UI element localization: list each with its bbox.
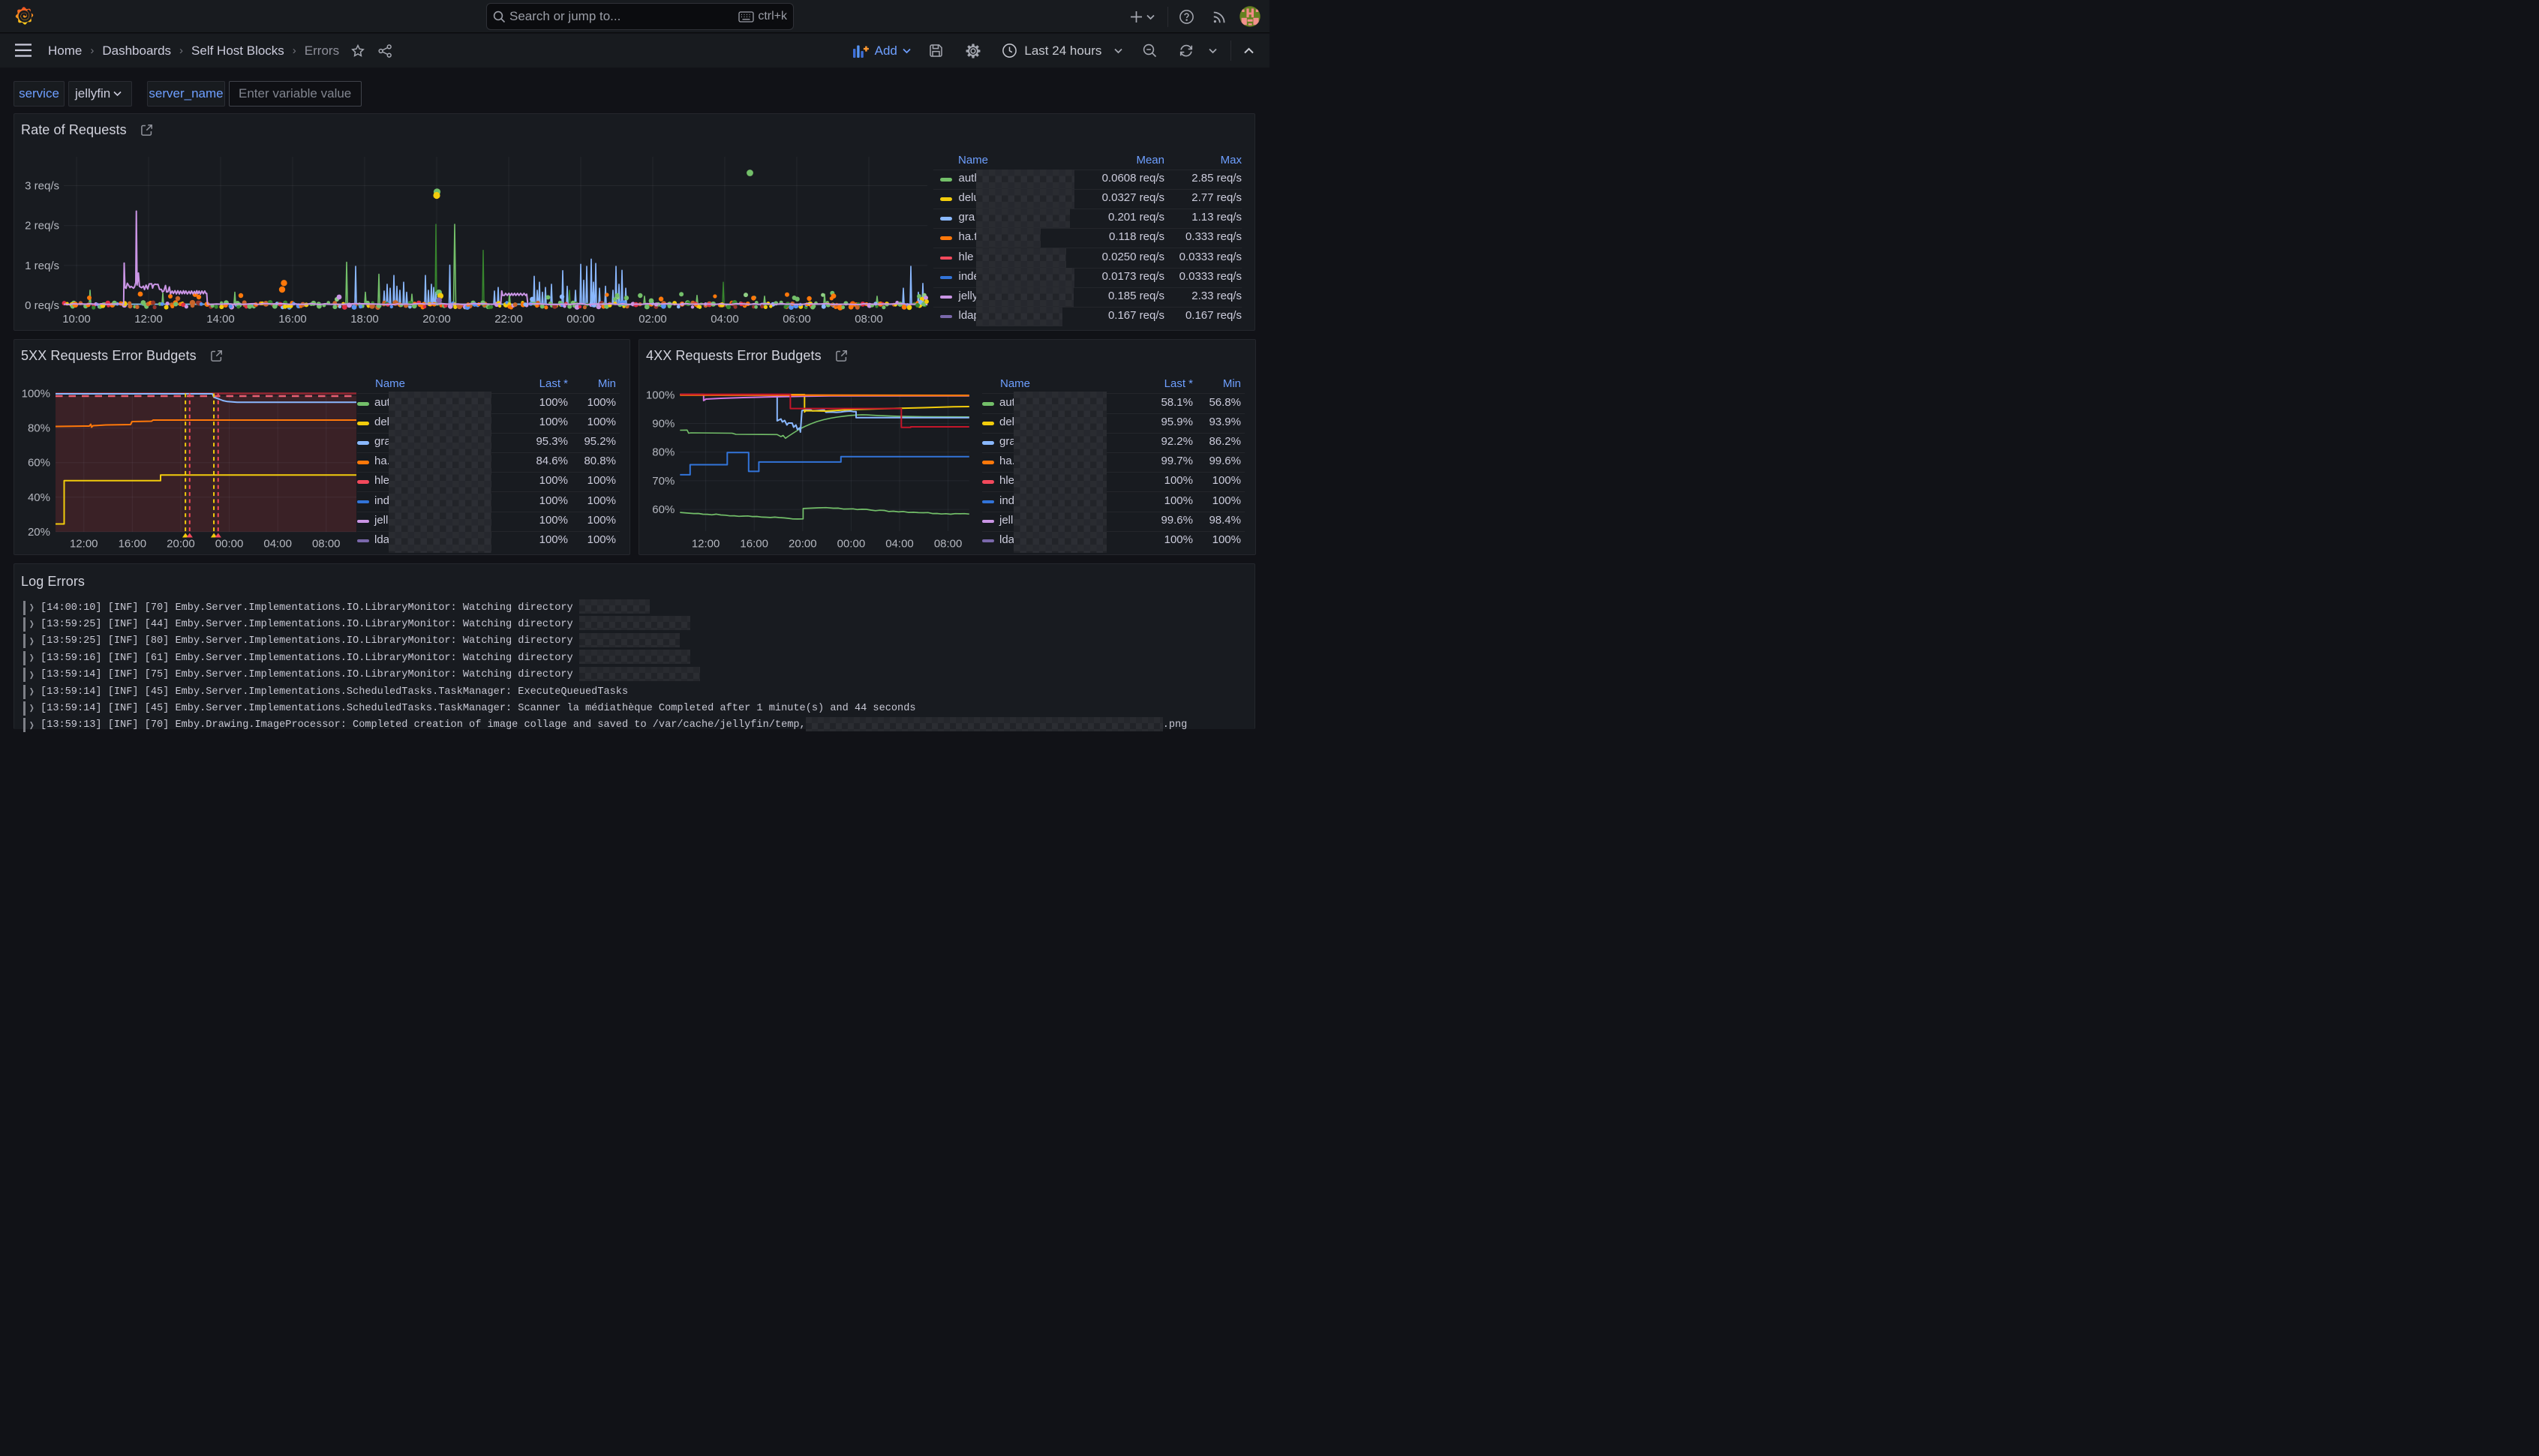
svg-text:20:00: 20:00	[422, 313, 451, 326]
svg-text:02:00: 02:00	[639, 313, 667, 326]
svg-text:14:00: 14:00	[206, 313, 235, 326]
svg-text:12:00: 12:00	[134, 313, 163, 326]
svg-text:16:00: 16:00	[740, 538, 768, 551]
svg-text:08:00: 08:00	[312, 538, 341, 551]
svg-text:12:00: 12:00	[70, 538, 98, 551]
svg-text:20:00: 20:00	[167, 538, 195, 551]
svg-text:60%: 60%	[28, 457, 50, 470]
svg-text:10:00: 10:00	[62, 313, 91, 326]
svg-text:80%: 80%	[28, 422, 50, 435]
svg-text:40%: 40%	[28, 491, 50, 504]
svg-text:60%: 60%	[652, 503, 675, 516]
svg-text:08:00: 08:00	[855, 313, 883, 326]
svg-text:04:00: 04:00	[711, 313, 739, 326]
svg-text:100%: 100%	[646, 389, 675, 401]
svg-text:1 req/s: 1 req/s	[25, 260, 59, 272]
svg-text:08:00: 08:00	[934, 538, 963, 551]
svg-text:00:00: 00:00	[837, 538, 866, 551]
svg-text:2 req/s: 2 req/s	[25, 220, 59, 233]
svg-text:16:00: 16:00	[119, 538, 147, 551]
svg-text:70%: 70%	[652, 475, 675, 488]
svg-text:00:00: 00:00	[566, 313, 595, 326]
svg-text:0 req/s: 0 req/s	[25, 299, 59, 312]
svg-text:20:00: 20:00	[789, 538, 817, 551]
svg-text:3 req/s: 3 req/s	[25, 180, 59, 193]
svg-text:18:00: 18:00	[350, 313, 379, 326]
svg-text:06:00: 06:00	[783, 313, 811, 326]
svg-text:16:00: 16:00	[278, 313, 307, 326]
svg-text:90%: 90%	[652, 418, 675, 431]
svg-text:22:00: 22:00	[494, 313, 523, 326]
svg-text:12:00: 12:00	[692, 538, 720, 551]
svg-text:04:00: 04:00	[885, 538, 914, 551]
svg-text:80%: 80%	[652, 446, 675, 459]
svg-text:100%: 100%	[22, 388, 50, 401]
svg-text:04:00: 04:00	[263, 538, 292, 551]
svg-text:00:00: 00:00	[215, 538, 244, 551]
svg-text:20%: 20%	[28, 526, 50, 539]
